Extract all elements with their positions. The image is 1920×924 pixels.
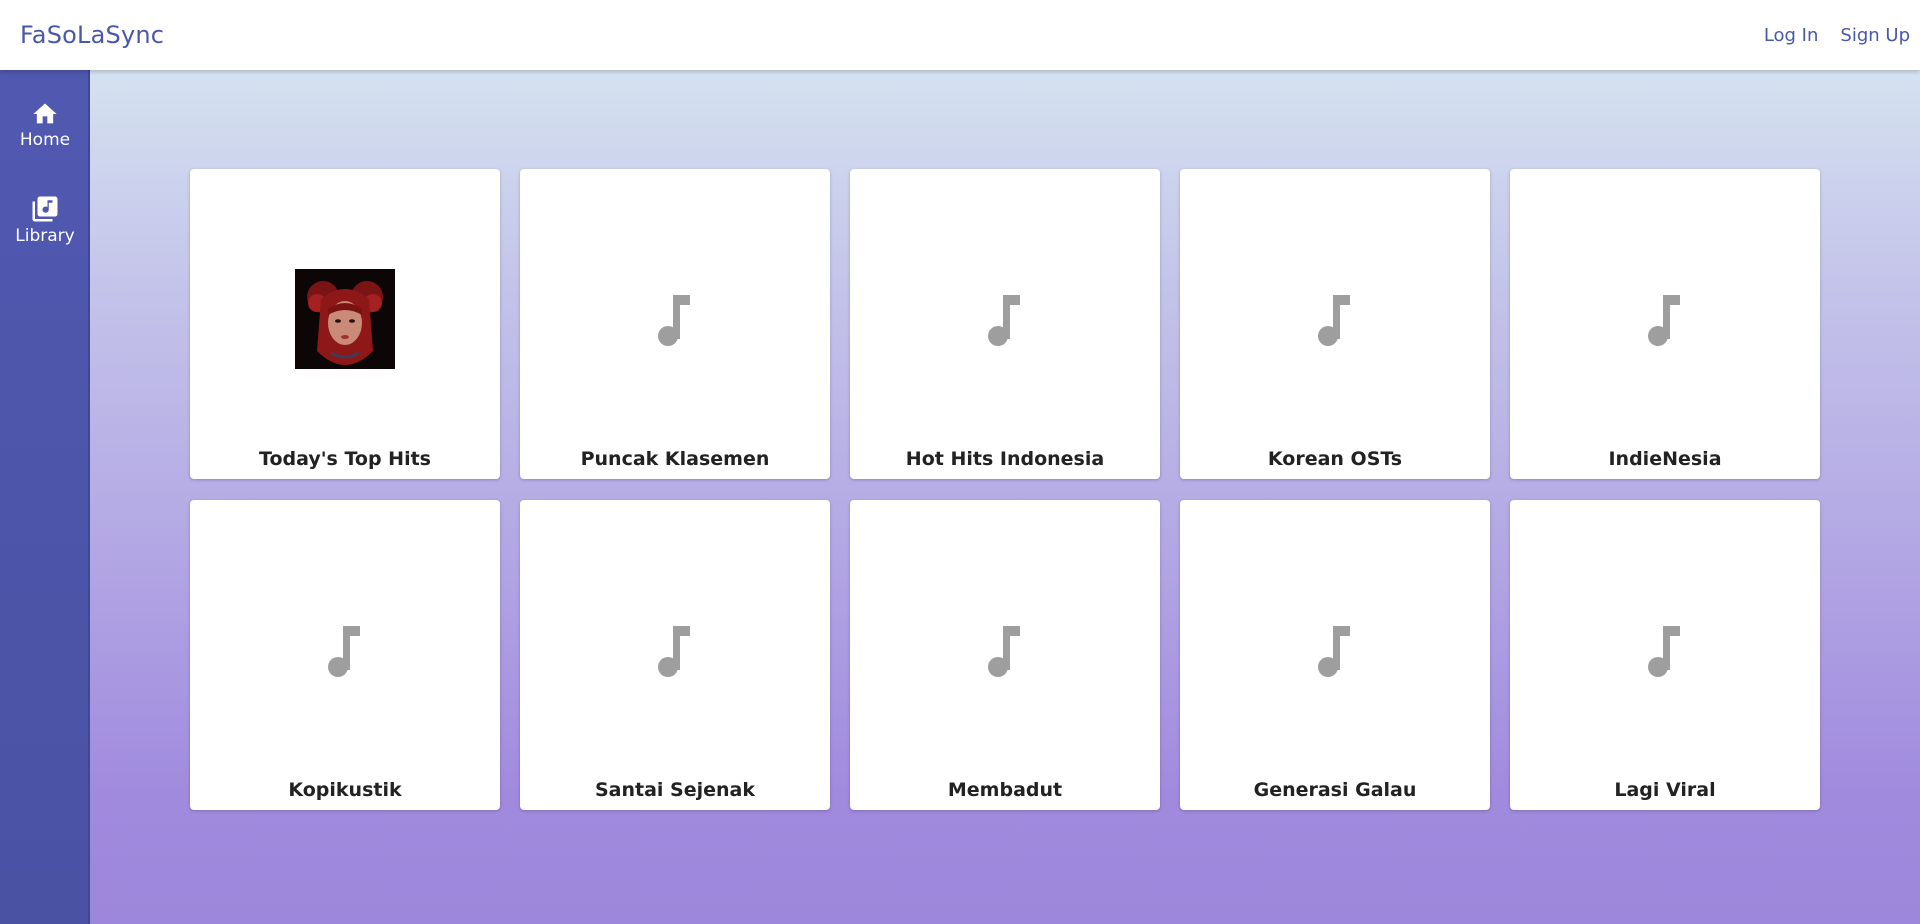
home-icon [33,103,57,124]
brand-logo[interactable]: FaSoLaSync [20,21,164,49]
playlist-cover [625,269,725,369]
music-note-icon [658,626,690,677]
playlist-title: Generasi Galau [1253,779,1417,801]
sidebar: Home Library [0,70,90,924]
music-note-icon [328,626,360,677]
playlist-title: IndieNesia [1608,448,1722,470]
playlist-card[interactable]: Hot Hits Indonesia [850,169,1160,479]
playlist-card[interactable]: IndieNesia [1510,169,1820,479]
music-note-icon [988,626,1020,677]
sidebar-item-home[interactable]: Home [0,100,90,150]
playlist-card[interactable]: Today's Top Hits [190,169,500,479]
sidebar-item-label: Home [19,130,71,150]
music-note-icon [658,295,690,346]
playlist-cover [955,600,1055,700]
music-note-icon [1318,626,1350,677]
login-link[interactable]: Log In [1764,25,1819,46]
cover-image [295,269,395,369]
playlist-card[interactable]: Lagi Viral [1510,500,1820,810]
playlist-title: Korean OSTs [1267,448,1403,470]
playlist-card[interactable]: Generasi Galau [1180,500,1490,810]
playlist-cover [1615,600,1715,700]
signup-link[interactable]: Sign Up [1840,25,1910,46]
playlist-cover [955,269,1055,369]
playlist-card[interactable]: Puncak Klasemen [520,169,830,479]
music-note-icon [1318,295,1350,346]
playlist-cover [1285,269,1385,369]
playlist-title: Lagi Viral [1614,779,1716,801]
music-note-icon [988,295,1020,346]
playlist-cover [295,600,395,700]
playlist-card[interactable]: Membadut [850,500,1160,810]
playlist-cover [1285,600,1385,700]
sidebar-item-library[interactable]: Library [0,194,90,246]
playlist-card[interactable]: Santai Sejenak [520,500,830,810]
top-app-bar: FaSoLaSync Log In Sign Up [0,0,1920,70]
playlist-title: Hot Hits Indonesia [905,448,1105,470]
playlist-cover [1615,269,1715,369]
main-content: Today's Top Hits Puncak Klasemen Hot Hit… [90,70,1920,924]
playlist-title: Kopikustik [288,779,402,801]
music-note-icon [1648,626,1680,677]
playlist-title: Santai Sejenak [594,779,755,801]
playlist-card[interactable]: Korean OSTs [1180,169,1490,479]
playlist-cover [625,600,725,700]
music-note-icon [1648,295,1680,346]
auth-links: Log In Sign Up [1742,25,1910,46]
playlist-card[interactable]: Kopikustik [190,500,500,810]
sidebar-item-label: Library [15,226,75,246]
playlist-title: Today's Top Hits [259,448,431,470]
playlist-title: Membadut [947,779,1063,801]
library-music-icon [32,196,58,222]
playlist-grid: Today's Top Hits Puncak Klasemen Hot Hit… [190,169,1820,810]
playlist-title: Puncak Klasemen [580,448,770,470]
playlist-cover [295,269,395,369]
